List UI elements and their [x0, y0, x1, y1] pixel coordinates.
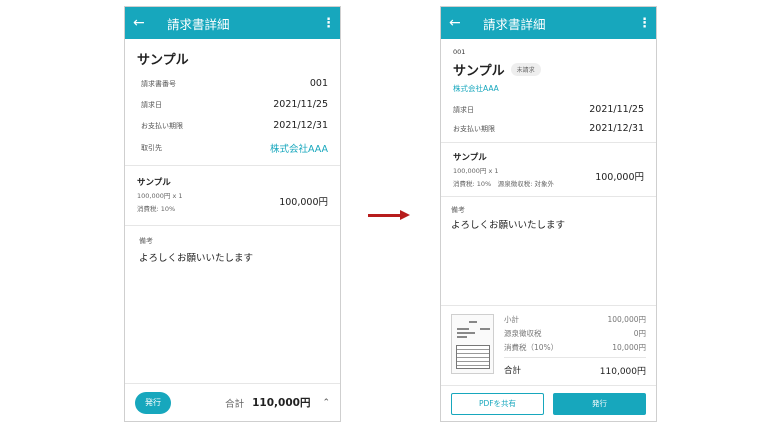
- invoice-detail-screen-after: ← 請求書詳細 ⋮ 001 サンプル 未請求 株式会社AAA 請求日 2021/…: [440, 6, 657, 422]
- action-bar: PDFを共有 発行: [441, 385, 656, 421]
- share-pdf-button[interactable]: PDFを共有: [451, 392, 544, 415]
- back-arrow-icon[interactable]: ←: [449, 15, 469, 31]
- title-row: サンプル 未請求: [453, 60, 644, 79]
- field-row: 請求書番号 001: [137, 78, 328, 89]
- note-label: 備考: [451, 206, 465, 214]
- note-text: よろしくお願いいたします: [139, 253, 254, 264]
- summary-label: 小計: [504, 315, 519, 324]
- note-label: 備考: [139, 237, 153, 245]
- summary-value: 100,000円: [607, 315, 646, 324]
- invoice-name: サンプル: [137, 53, 189, 68]
- status-badge: 未請求: [510, 63, 541, 76]
- summary-panel: 小計 100,000円 源泉徴収税 0円 消費税（10%） 10,000円 合計…: [441, 305, 656, 387]
- invoice-number: 001: [453, 48, 466, 56]
- chevron-up-icon[interactable]: ⌃: [322, 398, 330, 408]
- item-qty: 100,000円 x 1: [137, 192, 183, 200]
- client-link[interactable]: 株式会社AAA: [270, 141, 328, 155]
- line-item[interactable]: サンプル 100,000円 x 1 消費税: 10% 100,000円: [125, 166, 340, 226]
- invoice-header: サンプル 請求書番号 001 請求日 2021/11/25 お支払い期限 202…: [125, 39, 340, 166]
- summary-label: 消費税（10%）: [504, 343, 559, 352]
- total-value: 110,000円: [252, 397, 311, 409]
- transition-arrow-shaft: [368, 214, 401, 217]
- field-row: 取引先 株式会社AAA: [137, 141, 328, 155]
- issue-button[interactable]: 発行: [135, 391, 171, 414]
- note-section: 備考 よろしくお願いいたします: [441, 197, 656, 239]
- summary-row: 源泉徴収税 0円: [504, 328, 646, 339]
- field-row: 請求日 2021/11/25: [137, 99, 328, 110]
- field-row: 請求日 2021/11/25: [453, 104, 644, 115]
- arrow-right-icon: [400, 210, 410, 220]
- summary-rows: 小計 100,000円 源泉徴収税 0円 消費税（10%） 10,000円 合計…: [504, 314, 646, 387]
- field-value: 2021/12/31: [589, 123, 644, 134]
- item-detail-row: 100,000円 x 1 消費税: 10% 100,000円: [137, 188, 328, 213]
- issue-button[interactable]: 発行: [553, 392, 646, 415]
- field-value: 2021/11/25: [589, 104, 644, 115]
- app-bar: ← 請求書詳細 ⋮: [125, 7, 340, 39]
- note-text: よろしくお願いいたします: [451, 220, 566, 231]
- item-name: サンプル: [453, 153, 487, 163]
- field-value: 2021/12/31: [273, 120, 328, 131]
- summary-row: 消費税（10%） 10,000円: [504, 342, 646, 353]
- field-row: お支払い期限 2021/12/31: [453, 123, 644, 134]
- field-value: 001: [309, 78, 328, 89]
- bottom-bar: 発行 合計 110,000円 ⌃: [125, 383, 340, 421]
- total-row: 合計 110,000円: [504, 357, 646, 377]
- line-item[interactable]: サンプル 100,000円 x 1 消費税: 10% 源泉徴収税: 対象外 10…: [441, 143, 656, 197]
- summary-value: 0円: [633, 329, 646, 338]
- invoice-header: 001 サンプル 未請求 株式会社AAA 請求日 2021/11/25 お支払い…: [441, 39, 656, 143]
- invoice-detail-screen-before: ← 請求書詳細 ⋮ サンプル 請求書番号 001 請求日 2021/11/25 …: [124, 6, 341, 422]
- field-label: 請求日: [141, 100, 162, 109]
- item-tax: 消費税: 10% 源泉徴収税: 対象外: [453, 180, 554, 188]
- total-value: 110,000円: [599, 367, 646, 377]
- app-bar: ← 請求書詳細 ⋮: [441, 7, 656, 39]
- total-label: 合計: [225, 398, 245, 410]
- client-link[interactable]: 株式会社AAA: [453, 83, 644, 94]
- field-value: 2021/11/25: [273, 99, 328, 110]
- item-price: 100,000円: [279, 196, 328, 208]
- field-label: 請求書番号: [141, 79, 176, 88]
- item-name: サンプル: [137, 178, 171, 188]
- note-section: 備考 よろしくお願いいたします: [125, 226, 340, 274]
- more-vert-icon[interactable]: ⋮: [638, 16, 651, 31]
- summary-row: 小計 100,000円: [504, 314, 646, 325]
- more-vert-icon[interactable]: ⋮: [322, 16, 335, 31]
- field-row: お支払い期限 2021/12/31: [137, 120, 328, 131]
- total-label: 合計: [504, 366, 522, 376]
- field-label: 請求日: [453, 105, 474, 114]
- item-price: 100,000円: [595, 171, 644, 183]
- item-qty: 100,000円 x 1: [453, 167, 499, 175]
- summary-value: 10,000円: [612, 343, 646, 352]
- pdf-thumbnail[interactable]: [451, 314, 494, 374]
- back-arrow-icon[interactable]: ←: [133, 15, 153, 31]
- screen-title: 請求書詳細: [167, 16, 230, 32]
- invoice-name: サンプル: [453, 64, 505, 79]
- field-label: お支払い期限: [453, 124, 495, 133]
- item-detail-row: 100,000円 x 1 消費税: 10% 源泉徴収税: 対象外 100,000…: [453, 163, 644, 188]
- summary-label: 源泉徴収税: [504, 329, 542, 338]
- item-tax: 消費税: 10%: [137, 205, 176, 213]
- field-label: 取引先: [141, 144, 162, 152]
- field-label: お支払い期限: [141, 121, 183, 130]
- screen-title: 請求書詳細: [483, 16, 546, 32]
